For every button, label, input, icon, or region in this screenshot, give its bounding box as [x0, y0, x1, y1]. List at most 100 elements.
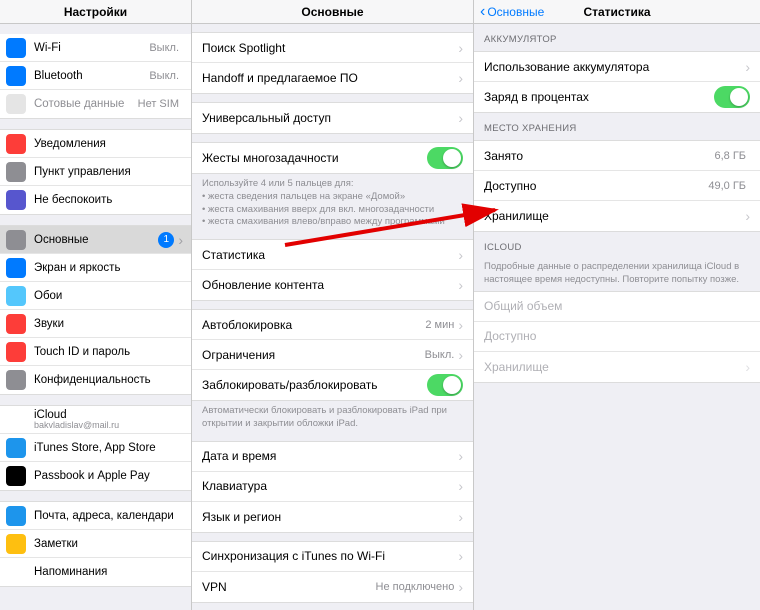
settings-row[interactable]: Синхронизация с iTunes по Wi-Fi›: [192, 542, 473, 572]
mid-title: Основные: [301, 5, 363, 19]
settings-row[interactable]: Обновление контента›: [192, 270, 473, 300]
app-icon: [6, 38, 26, 58]
stats-row-label: Хранилище: [484, 360, 745, 374]
sidebar-item-label: Passbook и Apple Pay: [34, 470, 183, 482]
sidebar-item[interactable]: Passbook и Apple Pay: [0, 462, 191, 490]
mid-header: Основные: [192, 0, 473, 24]
sidebar-item[interactable]: Сотовые данныеНет SIM: [0, 90, 191, 118]
stats-row[interactable]: Хранилище›: [474, 352, 760, 382]
settings-row-value: Выкл.: [425, 349, 455, 361]
sidebar-item-value: Выкл.: [149, 70, 179, 82]
sidebar-item[interactable]: Touch ID и пароль: [0, 338, 191, 366]
section-header: ICLOUD: [474, 232, 760, 257]
app-icon: [6, 506, 26, 526]
settings-row[interactable]: Поиск Spotlight›: [192, 33, 473, 63]
left-header: Настройки: [0, 0, 191, 24]
app-icon: [6, 190, 26, 210]
settings-row[interactable]: Handoff и предлагаемое ПО›: [192, 63, 473, 93]
app-icon: [6, 370, 26, 390]
settings-row[interactable]: Статистика›: [192, 240, 473, 270]
settings-row[interactable]: Универсальный доступ›: [192, 103, 473, 133]
sidebar-item[interactable]: Звуки: [0, 310, 191, 338]
app-icon: [6, 314, 26, 334]
sidebar-item[interactable]: Конфиденциальность: [0, 366, 191, 394]
sidebar-item-label: Touch ID и пароль: [34, 346, 183, 358]
chevron-right-icon: ›: [458, 278, 463, 292]
settings-row[interactable]: Автоблокировка2 мин›: [192, 310, 473, 340]
settings-row-label: Универсальный доступ: [202, 111, 458, 125]
sidebar-item[interactable]: BluetoothВыкл.: [0, 62, 191, 90]
sidebar-item[interactable]: Основные1›: [0, 226, 191, 254]
sidebar-item[interactable]: Экран и яркость: [0, 254, 191, 282]
sidebar-item[interactable]: Wi-FiВыкл.: [0, 34, 191, 62]
sidebar-item-label: iCloud: [34, 409, 183, 421]
settings-row-label: Синхронизация с iTunes по Wi-Fi: [202, 549, 458, 563]
sidebar-item[interactable]: Пункт управления: [0, 158, 191, 186]
stats-row[interactable]: Заряд в процентах: [474, 82, 760, 112]
sidebar-item[interactable]: Заметки: [0, 530, 191, 558]
chevron-right-icon: ›: [745, 360, 750, 374]
section-footer: Автоматически блокировать и разблокирова…: [192, 401, 473, 433]
settings-row-label: Дата и время: [202, 449, 458, 463]
sidebar-item-value: Нет SIM: [138, 98, 179, 110]
sidebar-item[interactable]: Обои: [0, 282, 191, 310]
sidebar-item[interactable]: iCloudbakvladislav@mail.ru: [0, 406, 191, 434]
sidebar-item-label: Не беспокоить: [34, 194, 183, 206]
sidebar-item[interactable]: Почта, адреса, календари: [0, 502, 191, 530]
settings-row[interactable]: Жесты многозадачности: [192, 143, 473, 173]
stats-row-label: Занято: [484, 149, 714, 163]
sidebar-item-label: Основные: [34, 234, 158, 246]
sidebar-item-label: Заметки: [34, 538, 183, 550]
settings-row-label: Язык и регион: [202, 510, 458, 524]
chevron-right-icon: ›: [458, 348, 463, 362]
settings-row[interactable]: VPNНе подключено›: [192, 572, 473, 602]
sidebar-item-label: Обои: [34, 290, 183, 302]
chevron-right-icon: ›: [458, 580, 463, 594]
stats-row-label: Доступно: [484, 329, 750, 343]
sidebar-item-label: Пункт управления: [34, 166, 183, 178]
app-icon: [6, 342, 26, 362]
chevron-right-icon: ›: [458, 41, 463, 55]
chevron-right-icon: ›: [458, 248, 463, 262]
settings-row-label: VPN: [202, 580, 376, 594]
sidebar-item-label: Wi-Fi: [34, 42, 149, 54]
chevron-right-icon: ›: [745, 209, 750, 223]
right-header: ‹ Основные Статистика: [474, 0, 760, 24]
settings-row[interactable]: Клавиатура›: [192, 472, 473, 502]
app-icon: [6, 410, 26, 430]
sidebar-item[interactable]: Напоминания: [0, 558, 191, 586]
section-note: Подробные данные о распределении хранили…: [474, 257, 760, 289]
back-button[interactable]: ‹ Основные: [480, 4, 544, 20]
stats-row-label: Хранилище: [484, 209, 745, 223]
stats-row-label: Общий объем: [484, 299, 750, 313]
settings-row[interactable]: Язык и регион›: [192, 502, 473, 532]
sidebar-item[interactable]: Уведомления: [0, 130, 191, 158]
sidebar-item[interactable]: iTunes Store, App Store: [0, 434, 191, 462]
chevron-right-icon: ›: [458, 549, 463, 563]
stats-row[interactable]: Использование аккумулятора›: [474, 52, 760, 82]
settings-row[interactable]: ОграниченияВыкл.›: [192, 340, 473, 370]
chevron-right-icon: ›: [458, 449, 463, 463]
section-header: МЕСТО ХРАНЕНИЯ: [474, 113, 760, 138]
sidebar-item-label: Bluetooth: [34, 70, 149, 82]
settings-row-label: Автоблокировка: [202, 318, 425, 332]
sidebar-item-value: Выкл.: [149, 42, 179, 54]
chevron-right-icon: ›: [458, 479, 463, 493]
stats-row: Общий объем: [474, 292, 760, 322]
right-title: Статистика: [583, 5, 650, 19]
chevron-right-icon: ›: [745, 60, 750, 74]
stats-row: Доступно: [474, 322, 760, 352]
stats-row[interactable]: Хранилище›: [474, 201, 760, 231]
sidebar-item-label: Почта, адреса, календари: [34, 510, 183, 522]
sidebar-item[interactable]: Не беспокоить: [0, 186, 191, 214]
settings-row[interactable]: Заблокировать/разблокировать: [192, 370, 473, 400]
toggle-switch[interactable]: [427, 374, 463, 396]
app-icon: [6, 258, 26, 278]
toggle-switch[interactable]: [427, 147, 463, 169]
chevron-right-icon: ›: [458, 318, 463, 332]
toggle-switch[interactable]: [714, 86, 750, 108]
settings-row-label: Обновление контента: [202, 278, 458, 292]
settings-row[interactable]: Дата и время›: [192, 442, 473, 472]
app-icon: [6, 66, 26, 86]
app-icon: [6, 230, 26, 250]
